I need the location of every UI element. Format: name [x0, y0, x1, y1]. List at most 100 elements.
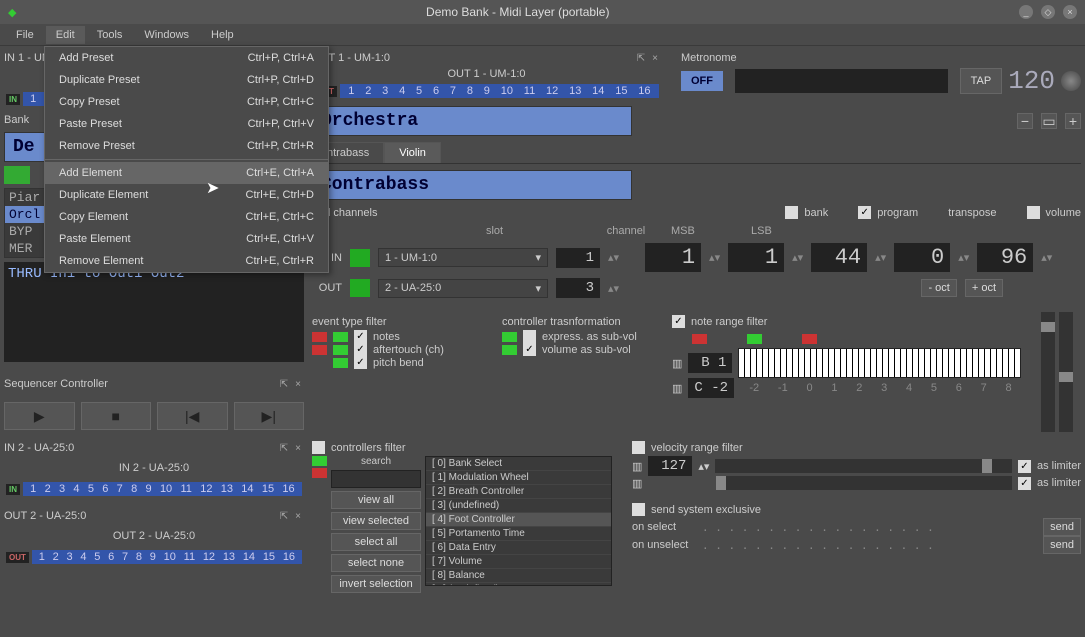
view-selected-button[interactable]: view selected — [331, 512, 421, 530]
send-button-2[interactable]: send — [1043, 536, 1081, 554]
close-panel-icon[interactable]: × — [649, 52, 661, 64]
preset-name-field[interactable]: Orchestra — [312, 106, 632, 136]
bank-led[interactable] — [4, 166, 30, 184]
menu-duplicate-preset[interactable]: Duplicate PresetCtrl+P, Ctrl+D — [45, 69, 328, 91]
limiter-checkbox-2[interactable]: ✓ — [1018, 477, 1031, 490]
limiter-checkbox-1[interactable]: ✓ — [1018, 460, 1031, 473]
invert-selection-button[interactable]: invert selection — [331, 575, 421, 593]
note-hi[interactable]: C -2 — [688, 378, 734, 398]
detach-icon[interactable]: ⇱ — [278, 442, 290, 454]
out-channel-spinner[interactable]: 3 — [556, 278, 600, 298]
keyboard-icon: ▥ — [672, 357, 682, 370]
transpose-spinner[interactable]: 0 — [894, 243, 950, 272]
in-led[interactable] — [350, 249, 370, 267]
oct-minus-button[interactable]: - oct — [921, 279, 956, 297]
ctrl-filter-checkbox[interactable] — [312, 441, 325, 454]
menu-remove-element[interactable]: Remove ElementCtrl+E, Ctrl+R — [45, 250, 328, 272]
vel-lo[interactable]: 127 — [648, 456, 692, 476]
menu-copy-element[interactable]: Copy ElementCtrl+E, Ctrl+C — [45, 206, 328, 228]
menu-tools[interactable]: Tools — [87, 26, 133, 44]
send-button-1[interactable]: send — [1043, 518, 1081, 536]
chevron-down-icon: ▾ — [535, 251, 541, 264]
tab-violin[interactable]: Violin — [384, 142, 441, 163]
oct-plus-button[interactable]: + oct — [965, 279, 1003, 297]
out-slot-select[interactable]: 2 - UA-25:0▾ — [378, 279, 548, 298]
controllers-list[interactable]: [ 0] Bank Select [ 1] Modulation Wheel [… — [425, 456, 612, 586]
prev-button[interactable]: |◀ — [157, 402, 228, 430]
next-button[interactable]: ▶| — [234, 402, 305, 430]
on-select-hex[interactable]: . . . . . . . . . . . . . . . . . . — [700, 519, 1035, 536]
transpose-label: transpose — [948, 207, 996, 219]
vel-range-checkbox[interactable] — [632, 441, 645, 454]
menu-remove-preset[interactable]: Remove PresetCtrl+P, Ctrl+R — [45, 135, 328, 157]
controller-search-input[interactable] — [331, 470, 421, 488]
program-checkbox[interactable]: ✓ — [858, 206, 871, 219]
in-badge: IN — [6, 484, 20, 495]
maximize-icon[interactable]: ◇ — [1041, 5, 1055, 19]
volume-checkbox[interactable] — [1027, 206, 1040, 219]
close-panel-icon[interactable]: × — [292, 510, 304, 522]
menu-duplicate-element[interactable]: Duplicate ElementCtrl+E, Ctrl+D — [45, 184, 328, 206]
sysex-checkbox[interactable] — [632, 503, 645, 516]
vel-slider-hi[interactable] — [716, 476, 1012, 490]
menu-add-element[interactable]: Add ElementCtrl+E, Ctrl+A — [45, 162, 328, 184]
in-channel-spinner[interactable]: 1 — [556, 248, 600, 268]
view-all-button[interactable]: view all — [331, 491, 421, 509]
metronome-off-button[interactable]: OFF — [681, 71, 723, 91]
preset-name-display: THRU In1 to Out1 Out2 — [4, 262, 304, 362]
in-slot-select[interactable]: 1 - UM-1:0▾ — [378, 248, 548, 267]
element-name-field[interactable]: Contrabass — [312, 170, 632, 200]
minimize-icon[interactable]: _ — [1019, 5, 1033, 19]
stop-button[interactable]: ■ — [81, 402, 152, 430]
menu-add-preset[interactable]: Add PresetCtrl+P, Ctrl+A — [45, 47, 328, 69]
close-icon[interactable]: × — [1063, 5, 1077, 19]
keyboard-range[interactable] — [738, 348, 1021, 378]
menu-edit[interactable]: Edit — [46, 26, 85, 44]
close-panel-icon[interactable]: × — [292, 378, 304, 390]
channel-numbers[interactable]: 12345678910111213141516 — [340, 84, 659, 98]
app-icon: ◆ — [8, 6, 16, 19]
chevron-down-icon: ▾ — [535, 282, 541, 295]
minus-button[interactable]: − — [1017, 113, 1033, 129]
out-led[interactable] — [350, 279, 370, 297]
play-button[interactable]: ▶ — [4, 402, 75, 430]
vel-slider-lo[interactable] — [715, 459, 1012, 473]
on-unselect-hex[interactable]: . . . . . . . . . . . . . . . . . . — [700, 537, 1035, 554]
channel-numbers[interactable]: 12345678910111213141516 — [32, 550, 302, 564]
detach-icon[interactable]: ⇱ — [635, 52, 647, 64]
plus-button[interactable]: + — [1065, 113, 1081, 129]
menu-paste-element[interactable]: Paste ElementCtrl+E, Ctrl+V — [45, 228, 328, 250]
event-filter-label: event type filter — [312, 316, 482, 328]
msb-spinner[interactable]: 1 — [645, 243, 701, 272]
expr-checkbox[interactable] — [523, 330, 536, 343]
detach-icon[interactable]: ⇱ — [278, 378, 290, 390]
detach-icon[interactable]: ⇱ — [278, 510, 290, 522]
note-range-checkbox[interactable]: ✓ — [672, 315, 685, 328]
keyboard-icon: ▥ — [632, 460, 642, 473]
note-lo[interactable]: B 1 — [688, 353, 732, 373]
box-button[interactable]: ▭ — [1041, 113, 1057, 129]
vslider-1[interactable] — [1041, 312, 1055, 432]
close-panel-icon[interactable]: × — [292, 442, 304, 454]
menu-help[interactable]: Help — [201, 26, 244, 44]
menu-windows[interactable]: Windows — [134, 26, 199, 44]
out-badge: OUT — [6, 552, 29, 563]
lsb-spinner[interactable]: 1 — [728, 243, 784, 272]
vslider-2[interactable] — [1059, 312, 1073, 432]
program-spinner[interactable]: 44 — [811, 243, 867, 272]
menu-file[interactable]: File — [6, 26, 44, 44]
tap-button[interactable]: TAP — [960, 68, 1003, 94]
select-none-button[interactable]: select none — [331, 554, 421, 572]
volume-spinner[interactable]: 96 — [977, 243, 1033, 272]
menu-copy-preset[interactable]: Copy PresetCtrl+P, Ctrl+C — [45, 91, 328, 113]
bpm-knob[interactable] — [1061, 71, 1081, 91]
vol-sub-checkbox[interactable]: ✓ — [523, 343, 536, 356]
aftertouch-checkbox[interactable]: ✓ — [354, 343, 367, 356]
out1-sublabel: OUT 1 - UM-1:0 — [312, 68, 661, 80]
menu-paste-preset[interactable]: Paste PresetCtrl+P, Ctrl+V — [45, 113, 328, 135]
channel-numbers[interactable]: 12345678910111213141516 — [23, 482, 302, 496]
notes-checkbox[interactable]: ✓ — [354, 330, 367, 343]
pitchbend-checkbox[interactable]: ✓ — [354, 356, 367, 369]
select-all-button[interactable]: select all — [331, 533, 421, 551]
bank-checkbox[interactable] — [785, 206, 798, 219]
